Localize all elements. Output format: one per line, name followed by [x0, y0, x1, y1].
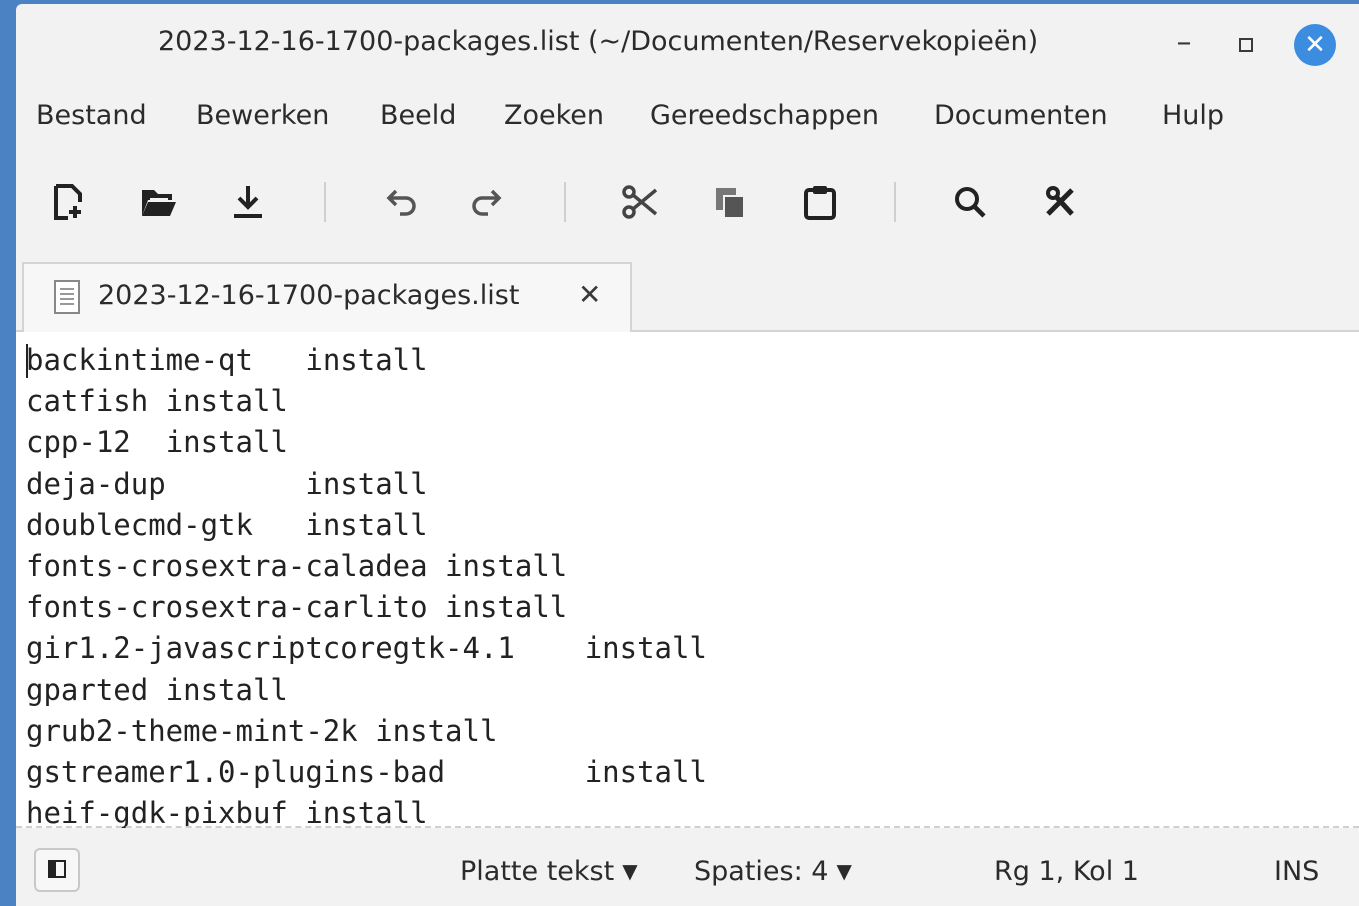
title-bar: 2023-12-16-1700-packages.list (~/Documen… [16, 4, 1359, 84]
language-selector[interactable]: Platte tekst ▼ [460, 856, 638, 887]
language-label: Platte tekst [460, 856, 615, 887]
tab-document[interactable]: 2023-12-16-1700-packages.list ✕ [22, 262, 632, 332]
statusbar-divider [16, 826, 1359, 828]
new-document-icon[interactable] [44, 178, 92, 226]
text-file-icon [54, 280, 80, 314]
text-line: gparted install [26, 672, 288, 707]
text-line: doublecmd-gtk install [26, 507, 428, 542]
paste-icon[interactable] [796, 178, 844, 226]
maximize-button[interactable] [1226, 26, 1266, 66]
insert-mode-indicator[interactable]: INS [1274, 856, 1319, 887]
text-line: deja-dup install [26, 466, 428, 501]
chevron-down-icon: ▼ [622, 859, 638, 883]
search-icon[interactable] [946, 178, 994, 226]
menu-documenten[interactable]: Documenten [934, 100, 1108, 131]
menu-bewerken[interactable]: Bewerken [196, 100, 329, 131]
toolbar [16, 164, 1359, 236]
toolbar-separator [324, 182, 326, 222]
toolbar-separator [564, 182, 566, 222]
menu-bar: Bestand Bewerken Beeld Zoeken Gereedscha… [16, 92, 1359, 142]
open-document-icon[interactable] [134, 178, 182, 226]
text-line: gstreamer1.0-plugins-bad install [26, 755, 707, 790]
text-cursor [26, 344, 28, 378]
window-title: 2023-12-16-1700-packages.list (~/Documen… [158, 26, 1039, 57]
text-line: catfish install [26, 384, 288, 419]
tools-icon[interactable] [1036, 178, 1084, 226]
text-line: grub2-theme-mint-2k install [26, 713, 498, 748]
toolbar-separator [894, 182, 896, 222]
text-editor[interactable]: backintime-qt install catfish install cp… [16, 332, 1359, 828]
chevron-down-icon: ▼ [836, 859, 852, 883]
editor-window: 2023-12-16-1700-packages.list (~/Documen… [16, 4, 1359, 906]
tab-width-label: Spaties: 4 [694, 856, 829, 887]
tab-close-icon[interactable]: ✕ [578, 278, 601, 311]
text-line: gir1.2-javascriptcoregtk-4.1 install [26, 631, 707, 666]
cut-icon[interactable] [616, 178, 664, 226]
save-icon[interactable] [224, 178, 272, 226]
menu-zoeken[interactable]: Zoeken [504, 100, 604, 131]
tab-bar: 2023-12-16-1700-packages.list ✕ [16, 254, 1359, 332]
cursor-position[interactable]: Rg 1, Kol 1 [994, 856, 1139, 887]
tab-width-selector[interactable]: Spaties: 4 ▼ [694, 856, 852, 887]
copy-icon[interactable] [706, 178, 754, 226]
undo-icon[interactable] [376, 178, 424, 226]
menu-beeld[interactable]: Beeld [380, 100, 456, 131]
status-bar: Platte tekst ▼ Spaties: 4 ▼ Rg 1, Kol 1 IN… [16, 832, 1359, 906]
text-line: fonts-crosextra-caladea install [26, 549, 568, 584]
text-line: heif-gdk-pixbuf install [26, 796, 428, 828]
menu-gereedschappen[interactable]: Gereedschappen [650, 100, 879, 131]
text-line: backintime-qt install [26, 343, 428, 377]
text-line: cpp-12 install [26, 425, 288, 460]
close-window-button[interactable]: ✕ [1294, 24, 1336, 66]
minimize-button[interactable]: – [1164, 26, 1204, 66]
menu-bestand[interactable]: Bestand [36, 100, 147, 131]
text-line: fonts-crosextra-carlito install [26, 590, 568, 625]
side-panel-toggle-button[interactable] [34, 848, 80, 892]
redo-icon[interactable] [464, 178, 512, 226]
tab-label: 2023-12-16-1700-packages.list [98, 280, 520, 311]
menu-hulp[interactable]: Hulp [1162, 100, 1224, 131]
